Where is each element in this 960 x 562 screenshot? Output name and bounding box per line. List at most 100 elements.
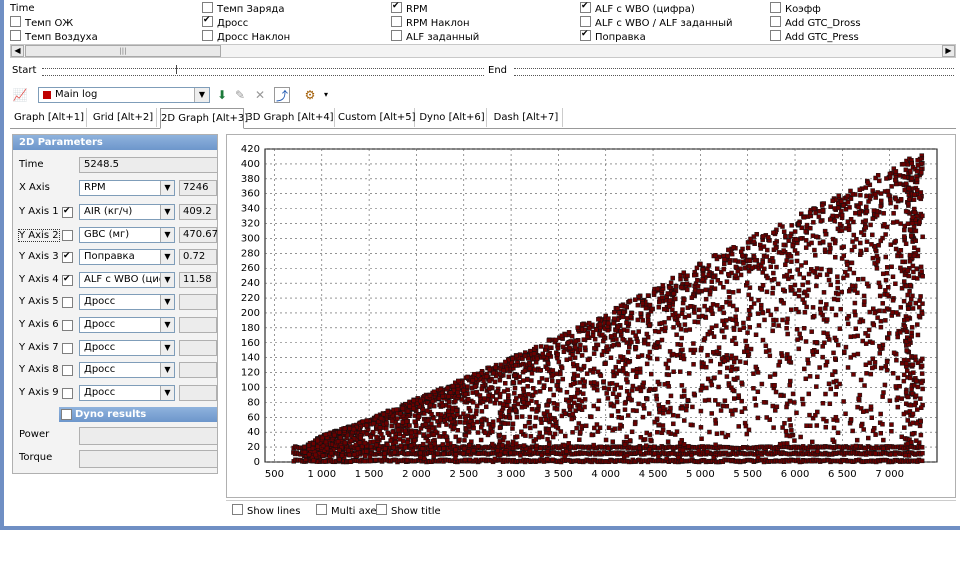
graph-settings-icon[interactable]: ⤴: [274, 87, 290, 103]
y-axis-param: Дросс: [84, 319, 116, 330]
chart-icon[interactable]: 📈: [12, 87, 28, 103]
chevron-down-icon[interactable]: ▼: [160, 205, 174, 219]
scroll-left-button[interactable]: ◀: [11, 45, 24, 57]
checkbox[interactable]: [770, 16, 781, 27]
tab-grid[interactable]: Grid [Alt+2]: [90, 108, 157, 127]
channel-checkbox[interactable]: RPM: [391, 0, 428, 15]
dyno-results-checkbox[interactable]: [61, 409, 72, 420]
y-axis-select[interactable]: ALF с WBO (цифр ▼: [79, 271, 175, 288]
tab-dyno[interactable]: Dyno [Alt+6]: [418, 108, 487, 127]
scatter-point: [466, 449, 471, 454]
channel-checkbox[interactable]: Поправка: [580, 28, 646, 43]
scatter-point: [479, 386, 485, 392]
tools-dropdown-icon[interactable]: ▾: [318, 87, 334, 103]
checkbox[interactable]: [202, 2, 213, 13]
y-axis-checkbox[interactable]: [62, 297, 73, 309]
scroll-thumb[interactable]: |||: [25, 45, 221, 57]
tab-custom[interactable]: Custom [Alt+5]: [338, 108, 416, 127]
chevron-down-icon[interactable]: ▼: [160, 363, 174, 378]
checkbox[interactable]: [202, 14, 213, 27]
checkbox[interactable]: [10, 16, 21, 27]
edit-icon[interactable]: ✎: [232, 87, 248, 103]
y-axis-checkbox[interactable]: [62, 342, 73, 354]
y-axis-checkbox[interactable]: [62, 205, 73, 218]
y-axis-select[interactable]: Поправка ▼: [79, 249, 175, 266]
channel-checkbox[interactable]: ALF с WBO / ALF заданный: [580, 16, 733, 29]
channel-checkbox[interactable]: Темп Заряда: [202, 2, 284, 15]
option-multi-axes[interactable]: Multi axes: [316, 504, 382, 517]
channel-checkbox[interactable]: Дросс: [202, 14, 248, 29]
channel-checkbox[interactable]: ALF с WBO (цифра): [580, 0, 695, 15]
chevron-down-icon[interactable]: ▼: [160, 385, 174, 400]
option-show-lines[interactable]: Show lines: [232, 504, 300, 517]
channel-panel-scrollbar[interactable]: ◀ ||| ▶: [10, 44, 956, 58]
y-axis-checkbox[interactable]: [62, 365, 73, 377]
scatter-point: [436, 396, 442, 401]
checkbox[interactable]: [770, 2, 781, 13]
channel-checkbox[interactable]: ALF заданный: [391, 30, 479, 43]
tab-2d-2d[interactable]: 2D Graph [Alt+3]: [160, 108, 248, 129]
close-icon[interactable]: ✕: [252, 87, 268, 103]
tab-3d[interactable]: 3D Graph [Alt+4]: [246, 108, 335, 127]
checkbox[interactable]: [376, 504, 387, 515]
option-show-title[interactable]: Show title: [376, 504, 441, 517]
start-slider-handle[interactable]: |: [175, 65, 178, 75]
checkbox[interactable]: [316, 504, 327, 515]
checkbox[interactable]: [232, 504, 243, 515]
checkbox[interactable]: [580, 16, 591, 27]
y-axis-select[interactable]: Дросс ▼: [79, 294, 175, 311]
checkbox[interactable]: [770, 30, 781, 41]
checkbox[interactable]: [391, 30, 402, 41]
checkbox[interactable]: [580, 0, 591, 13]
y-axis-select[interactable]: GBC (мг) ▼: [79, 226, 175, 243]
channel-checkbox[interactable]: Темп ОЖ: [10, 16, 73, 29]
checkbox[interactable]: [10, 30, 21, 41]
chevron-down-icon[interactable]: ▼: [160, 272, 174, 287]
start-slider[interactable]: [42, 68, 484, 76]
y-axis-checkbox[interactable]: [62, 273, 73, 286]
checkbox[interactable]: [202, 30, 213, 41]
chevron-down-icon[interactable]: ▼: [160, 181, 174, 195]
dyno-results-header[interactable]: Dyno results: [59, 407, 217, 422]
scatter-point: [493, 365, 498, 370]
chevron-down-icon[interactable]: ▼: [160, 295, 174, 310]
checkbox[interactable]: [391, 16, 402, 27]
download-icon[interactable]: ⬇: [214, 87, 230, 103]
y-axis-checkbox[interactable]: [62, 229, 73, 241]
y-axis-select[interactable]: AIR (кг/ч) ▼: [79, 204, 175, 220]
scatter-point: [569, 416, 574, 422]
scroll-right-button[interactable]: ▶: [942, 45, 955, 57]
y-axis-checkbox[interactable]: [62, 320, 73, 331]
chevron-down-icon[interactable]: ▼: [194, 88, 209, 102]
checkbox[interactable]: [580, 28, 591, 41]
scatter-point: [404, 457, 410, 463]
y-axis-checkbox[interactable]: [62, 250, 73, 264]
chevron-down-icon[interactable]: ▼: [160, 318, 174, 332]
chevron-down-icon[interactable]: ▼: [160, 250, 174, 265]
end-slider[interactable]: [514, 68, 954, 76]
channel-checkbox[interactable]: Add GTC_Press: [770, 30, 859, 43]
scatter-point: [716, 384, 721, 390]
tab-graph[interactable]: Graph [Alt+1]: [12, 108, 87, 127]
tab-dash[interactable]: Dash [Alt+7]: [490, 108, 563, 127]
2d-scatter-chart[interactable]: 0 20 40 60 80 100 120 140 160 180 200 220 240 260 280 3…: [226, 134, 956, 498]
log-select[interactable]: Main log ▼: [38, 87, 210, 103]
channel-checkbox[interactable]: Add GTC_Dross: [770, 16, 861, 29]
y-axis-checkbox[interactable]: [62, 387, 73, 399]
x-axis-select[interactable]: RPM ▼: [79, 180, 175, 196]
channel-checkbox[interactable]: Time: [10, 2, 34, 15]
chevron-down-icon[interactable]: ▼: [160, 227, 174, 242]
chevron-down-icon[interactable]: ▼: [160, 340, 174, 355]
y-axis-select[interactable]: Дросс ▼: [79, 317, 175, 333]
checkbox[interactable]: [391, 0, 402, 13]
y-axis-select[interactable]: Дросс ▼: [79, 339, 175, 356]
y-axis-select[interactable]: Дросс ▼: [79, 362, 175, 379]
scatter-point: [526, 420, 532, 425]
channel-checkbox[interactable]: Темп Воздуха: [10, 30, 98, 43]
scatter-point: [368, 458, 373, 464]
tools-icon[interactable]: ⚙: [302, 87, 318, 103]
channel-checkbox[interactable]: Коэфф: [770, 2, 821, 15]
channel-checkbox[interactable]: RPM Наклон: [391, 16, 470, 29]
y-axis-select[interactable]: Дросс ▼: [79, 384, 175, 401]
channel-checkbox[interactable]: Дросс Наклон: [202, 30, 290, 43]
